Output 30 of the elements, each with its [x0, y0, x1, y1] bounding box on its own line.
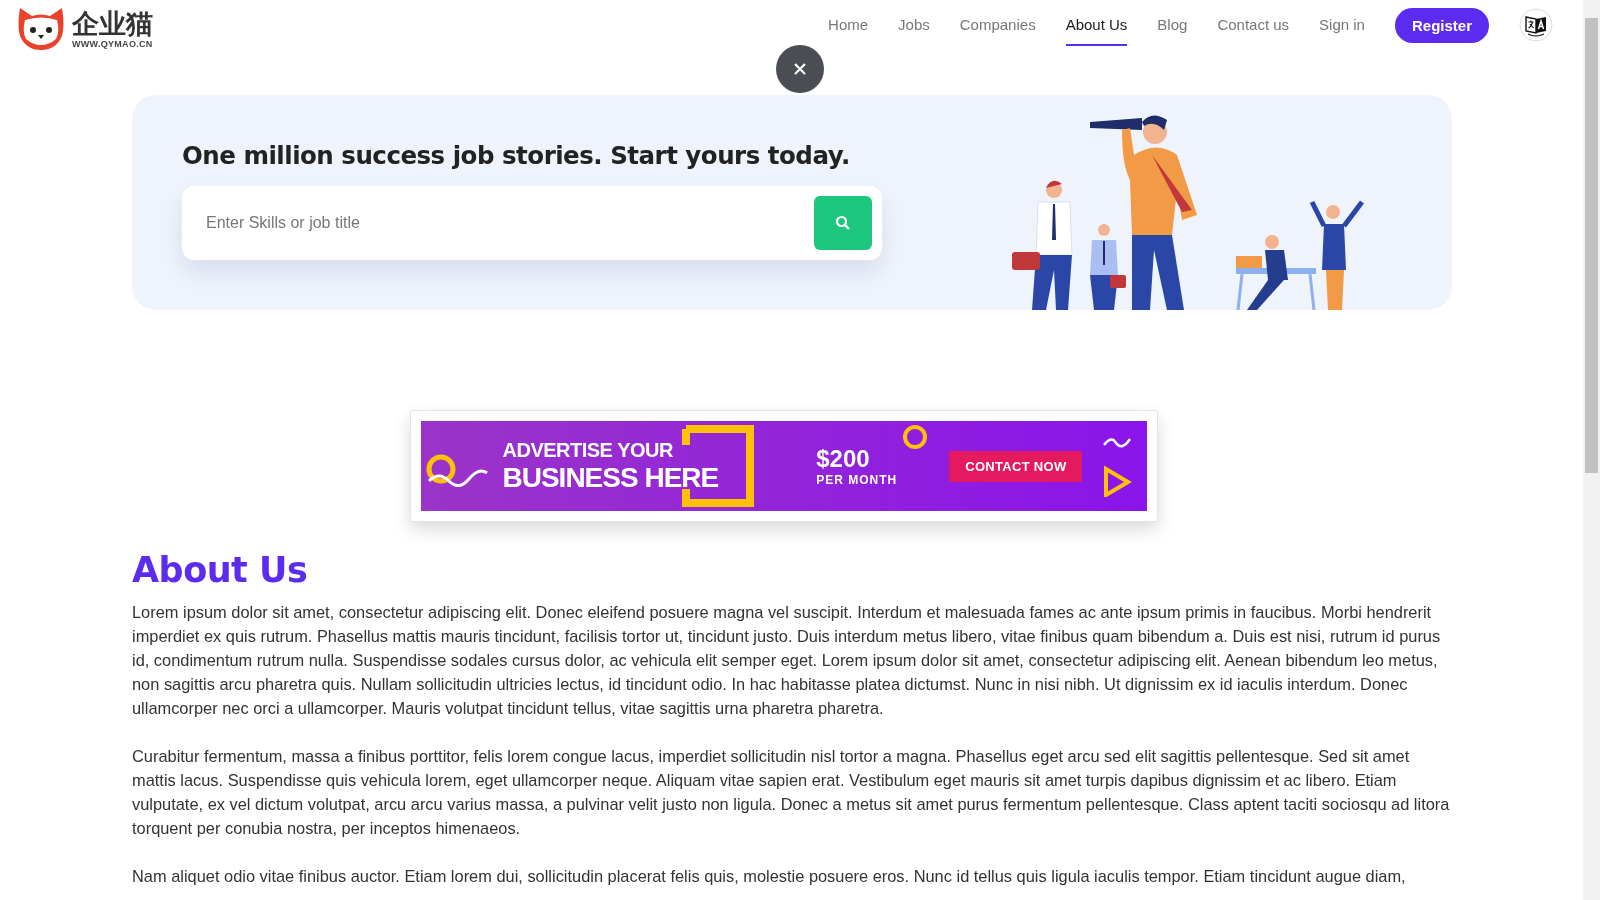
contact-now-label: CONTACT NOW: [949, 450, 1083, 482]
nav-link[interactable]: Blog: [1157, 6, 1188, 46]
nav-link[interactable]: Contact us: [1217, 6, 1290, 46]
ad-banner[interactable]: ADVERTISE YOUR BUSINESS HERE $200 PER MONTH CONTACT NOW: [409, 410, 1158, 522]
about-paragraph: Curabitur fermentum, massa a finibus porttitor, felis lorem congue lacus, imperdiet sollicitudin nisl tortor a magna. Phasellus eget arcu sed elit sagittis pellentesque. Sed sit amet mattis lacus. Suspendisse quis vehicula lorem, eget ullamcorper neque. Aliquam vitae sapien erat. Vestibulum eget mauris sit amet turpis dapibus dignissim et ac libero. Etiam vulputate, ex vel dictum volutpat, arcu arcu varius massa, a pulvinar velit justo non ligula. Donec a metus sit amet purus fermentum pellentesque. Class aptent taciti sociosqu ad litora torquent per conubia nostra, per inceptos himenaeos.: [132, 746, 1451, 839]
cat-logo-icon: [16, 6, 66, 52]
about-paragraph: Lorem ipsum dolor sit amet, consectetur adipiscing elit. Donec eleifend posuere magna vel suscipit. Interdum et malesuada fames ac ante ipsum primis in faucibus. Morbi hendrerit imperdiet ex quis rutrum. Phasellus mattis mauris tincidunt, facilisis tortor ut, tincidunt justo. Duis interdum metus libero, vitae finibus quam bibendum a. Duis est nisi, rutrum id purus id, condimentum rutrum nulla. Suspendisse sodales cursus dolor, ac vehicula elit semper eget. Lorem ipsum dolor sit amet, consectetur adipiscing elit. Aenean bibendum leo metus, non sagittis arcu pharetra quis. Nullam sollicitudin ultricies lectus, id tincidunt odio. In hac habitasse platea dictumst. Nunc in nisi nibh. Ut dignissim ex id iaculis interdum. Donec ullamcorper nec orci a ullamcorper. Mauris volutpat tincidunt tellus, vitae sagittis urna pharetra pharetra.: [132, 602, 1442, 719]
triangle-icon: [1102, 435, 1133, 497]
nav-link[interactable]: Companies: [959, 6, 1036, 46]
ring-icon: [901, 423, 930, 451]
scrollbar[interactable]: [1583, 0, 1600, 900]
about-paragraph: Nam aliquet odio vitae finibus auctor. Etiam lorem dui, sollicitudin placerat felis quis, molestie posuere eros. Nunc id tellus quis ligula iaculis tempor. Etiam tincidunt augue diam,: [132, 866, 1407, 887]
nav-link[interactable]: Home: [828, 6, 869, 46]
ad-price: $200: [816, 445, 871, 473]
nav-link[interactable]: About Us: [1065, 6, 1128, 46]
nav-link[interactable]: Jobs: [898, 6, 930, 46]
ad-headline: ADVERTISE YOUR: [502, 438, 674, 462]
close-button[interactable]: [776, 45, 824, 93]
logo-name: 企业猫: [72, 9, 153, 39]
logo-url: WWW.QYMAO.CN: [72, 39, 153, 49]
about-heading: About Us: [132, 550, 309, 590]
translate-icon[interactable]: [1519, 8, 1553, 42]
hero-title: One million success job stories. Start yours today.: [182, 141, 851, 170]
close-icon: [792, 61, 808, 77]
search-icon: [835, 215, 851, 231]
ad-period: PER MONTH: [816, 473, 898, 487]
nav-link[interactable]: Sign in: [1319, 6, 1365, 46]
search-field[interactable]: Enter Skills or job title: [204, 213, 814, 233]
ad-headline: BUSINESS HERE: [502, 461, 719, 494]
register-button[interactable]: Register: [1394, 7, 1489, 43]
